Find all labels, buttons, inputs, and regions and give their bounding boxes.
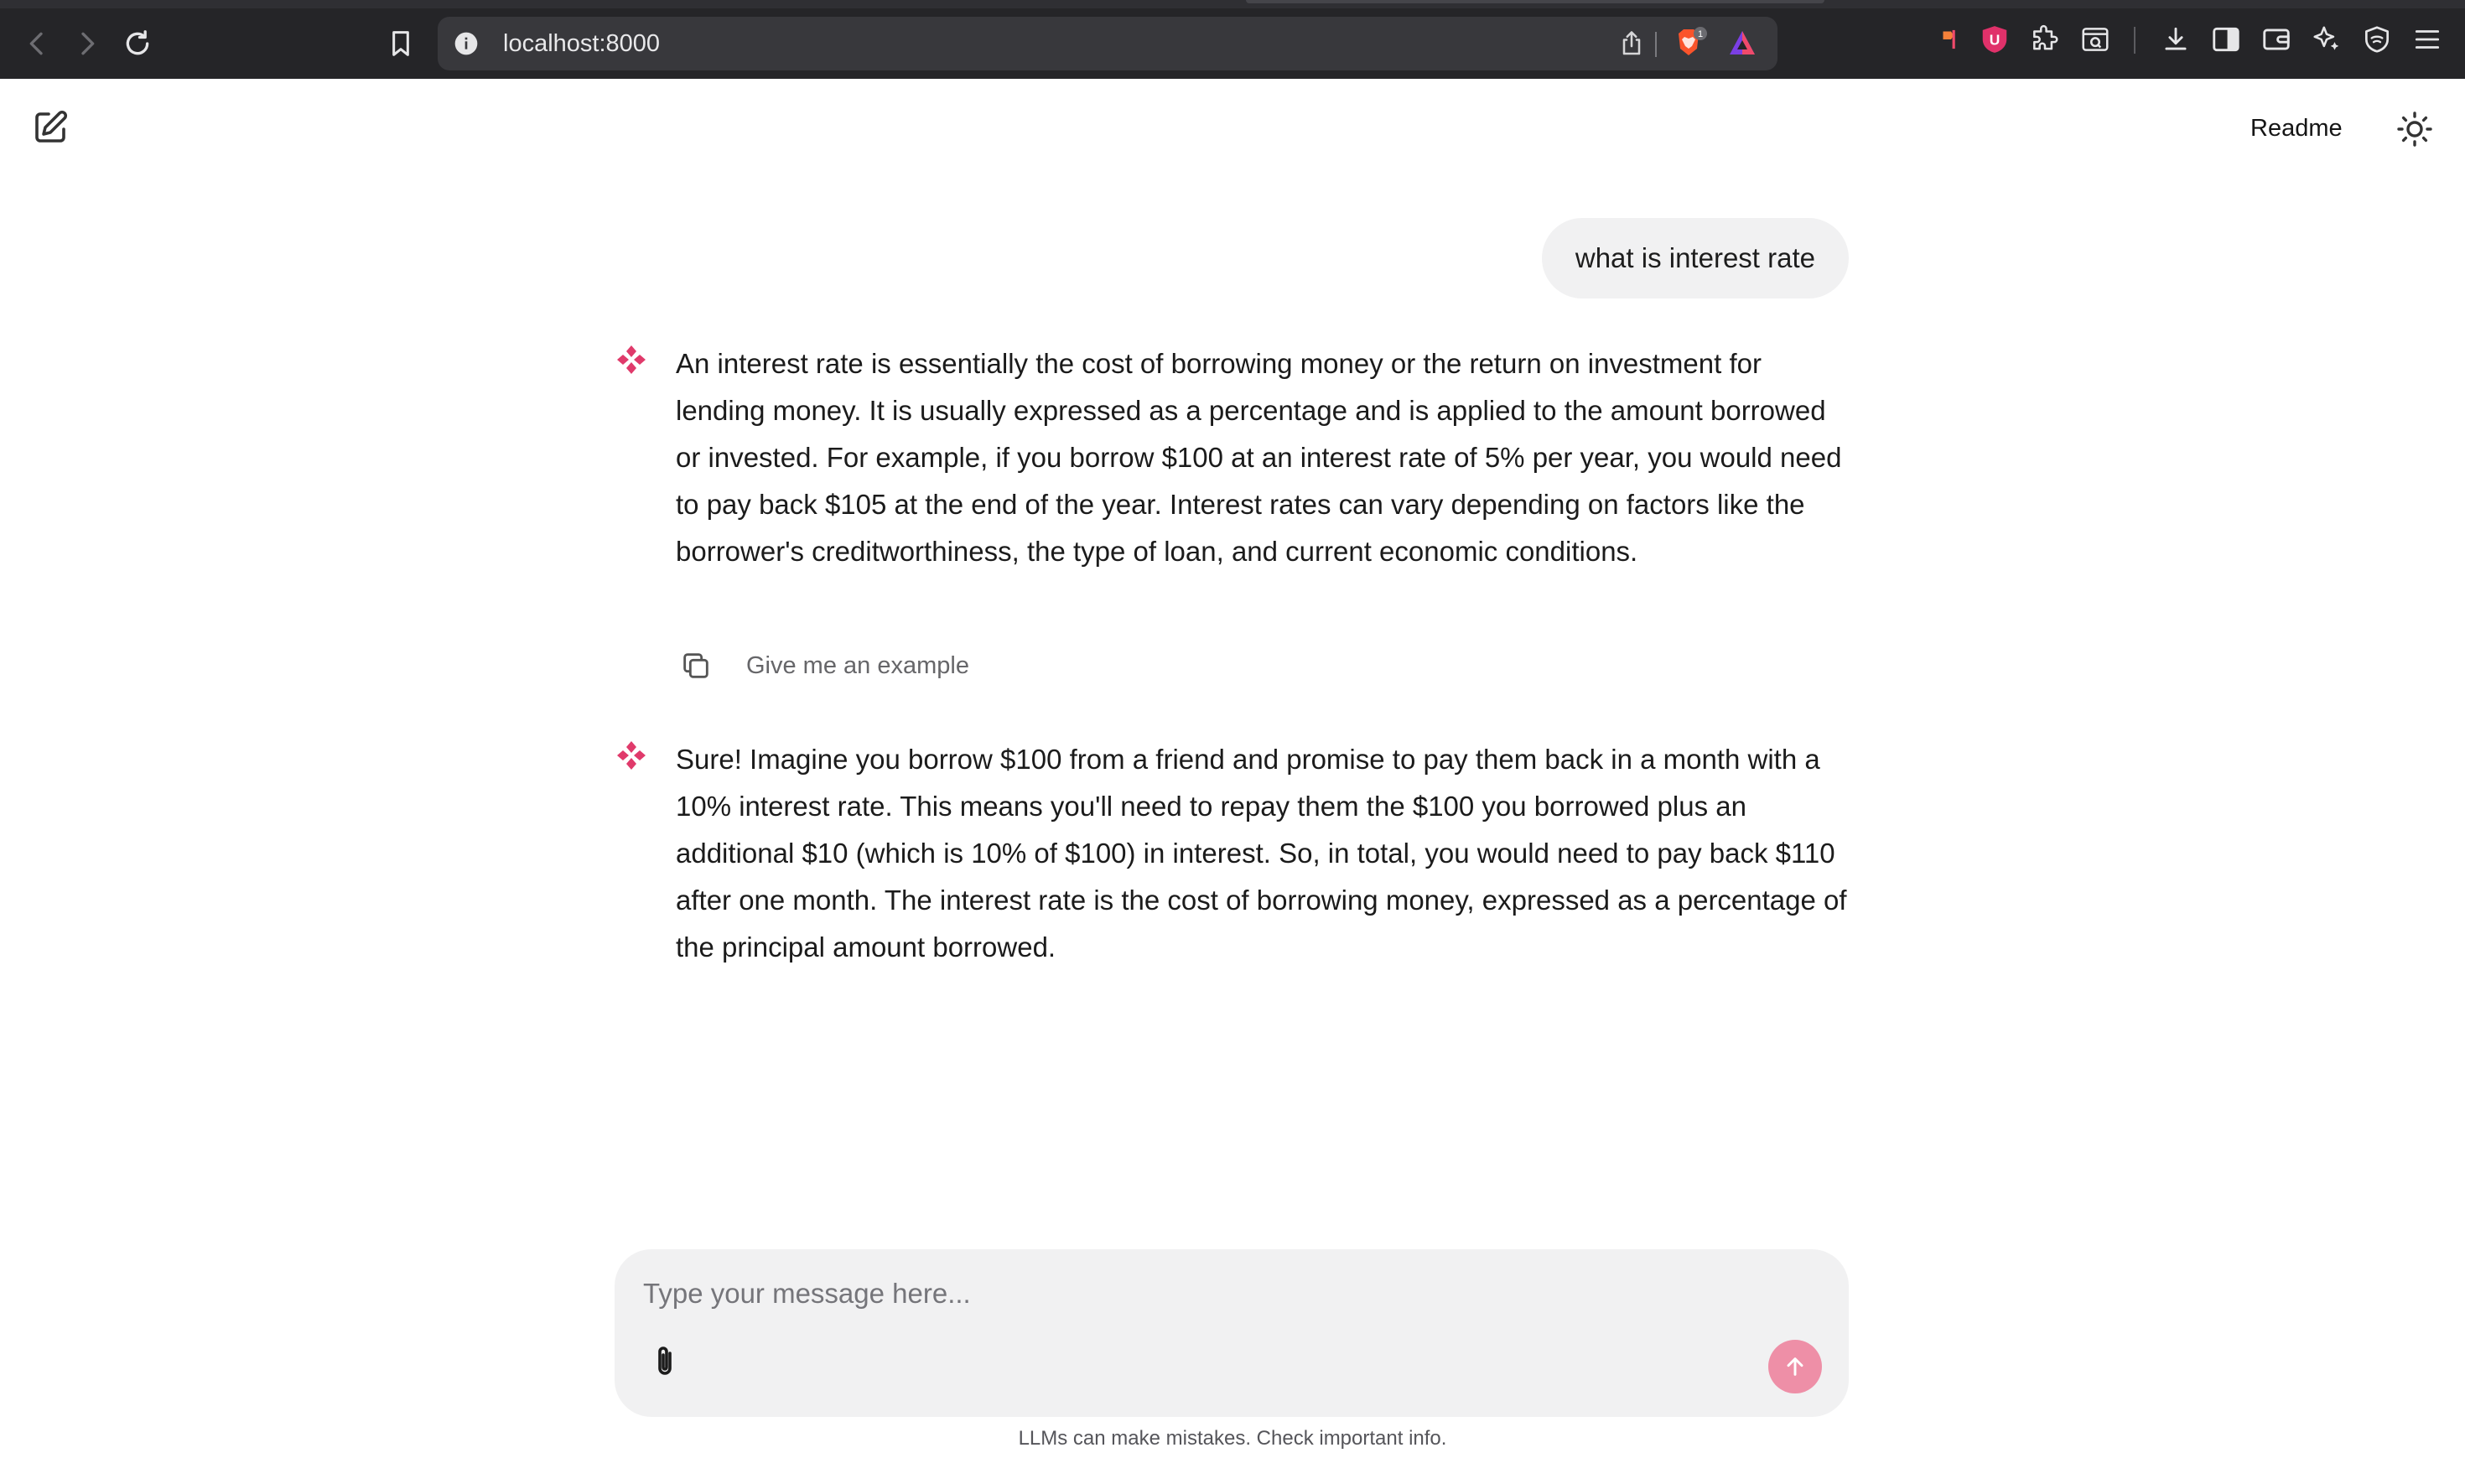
ublock-shield-icon: U [1982,26,2007,53]
follow-up-suggestion[interactable]: Give me an example [746,642,969,689]
active-tab-indicator [1246,0,1824,3]
urlbar-divider [1655,32,1657,57]
extension-ublock-button[interactable]: U [1974,18,2016,60]
flag-extension-icon [1943,29,1955,49]
url-text[interactable]: localhost:8000 [503,17,660,70]
message-input[interactable] [641,1266,1802,1321]
new-chat-edit-icon[interactable] [30,107,70,148]
chevron-right-icon [81,32,95,55]
toolbar-divider [2134,27,2135,54]
reload-icon [126,30,149,55]
bookmark-icon [392,31,409,56]
hamburger-menu-icon [2415,30,2440,49]
assistant-message-text: Sure! Imagine you borrow $100 from a fri… [676,744,1847,963]
assistant-logo-icon [617,741,646,770]
menu-button[interactable] [2406,18,2448,60]
sidebar-button[interactable] [2205,18,2247,60]
readme-link[interactable]: Readme [2250,107,2343,149]
sparkle-icon [2313,26,2339,50]
site-info-icon[interactable] [453,30,480,57]
leo-ai-button[interactable] [2306,18,2348,60]
brave-shields-icon[interactable]: 1 [1672,25,1709,62]
assistant-logo-icon [617,345,646,374]
disclaimer-text: LLMs can make mistakes. Check important … [1018,1427,1447,1450]
message-composer [615,1249,1849,1417]
shields-badge-count: 1 [1698,29,1703,39]
extension-flag-button[interactable] [1930,18,1972,60]
shield-icon [2364,26,2390,53]
wallet-button[interactable] [2255,18,2297,60]
reload-button[interactable] [117,23,158,64]
message-actions: Give me an example [679,642,969,689]
sun-icon[interactable] [2395,109,2435,149]
share-icon[interactable] [1617,29,1647,59]
puzzle-piece-icon [2033,24,2058,50]
forward-button[interactable] [67,23,107,64]
assistant-message-text: An interest rate is essentially the cost… [676,348,1842,567]
extensions-button[interactable] [2024,18,2066,60]
send-button[interactable] [1768,1340,1822,1393]
vpn-button[interactable] [2356,18,2398,60]
page-search-icon [2082,28,2109,51]
browser-toolbar: localhost:8000 1 U [0,0,2465,79]
reader-mode-button[interactable] [2074,18,2116,60]
address-bar[interactable]: localhost:8000 1 [438,17,1777,70]
sidebar-icon [2213,27,2239,52]
copy-icon[interactable] [679,649,713,682]
brave-rewards-icon[interactable] [1726,27,1759,60]
back-button[interactable] [17,23,57,64]
paperclip-icon[interactable] [645,1341,685,1382]
downloads-button[interactable] [2155,18,2197,60]
download-icon [2165,27,2187,50]
wallet-icon [2263,29,2290,50]
chevron-left-icon [29,32,43,55]
arrow-up-icon [1787,1357,1803,1376]
bookmark-button[interactable] [381,23,421,64]
svg-text:U: U [1990,31,2001,48]
tab-strip [0,0,2465,8]
user-message-bubble: what is interest rate [1541,218,1849,298]
